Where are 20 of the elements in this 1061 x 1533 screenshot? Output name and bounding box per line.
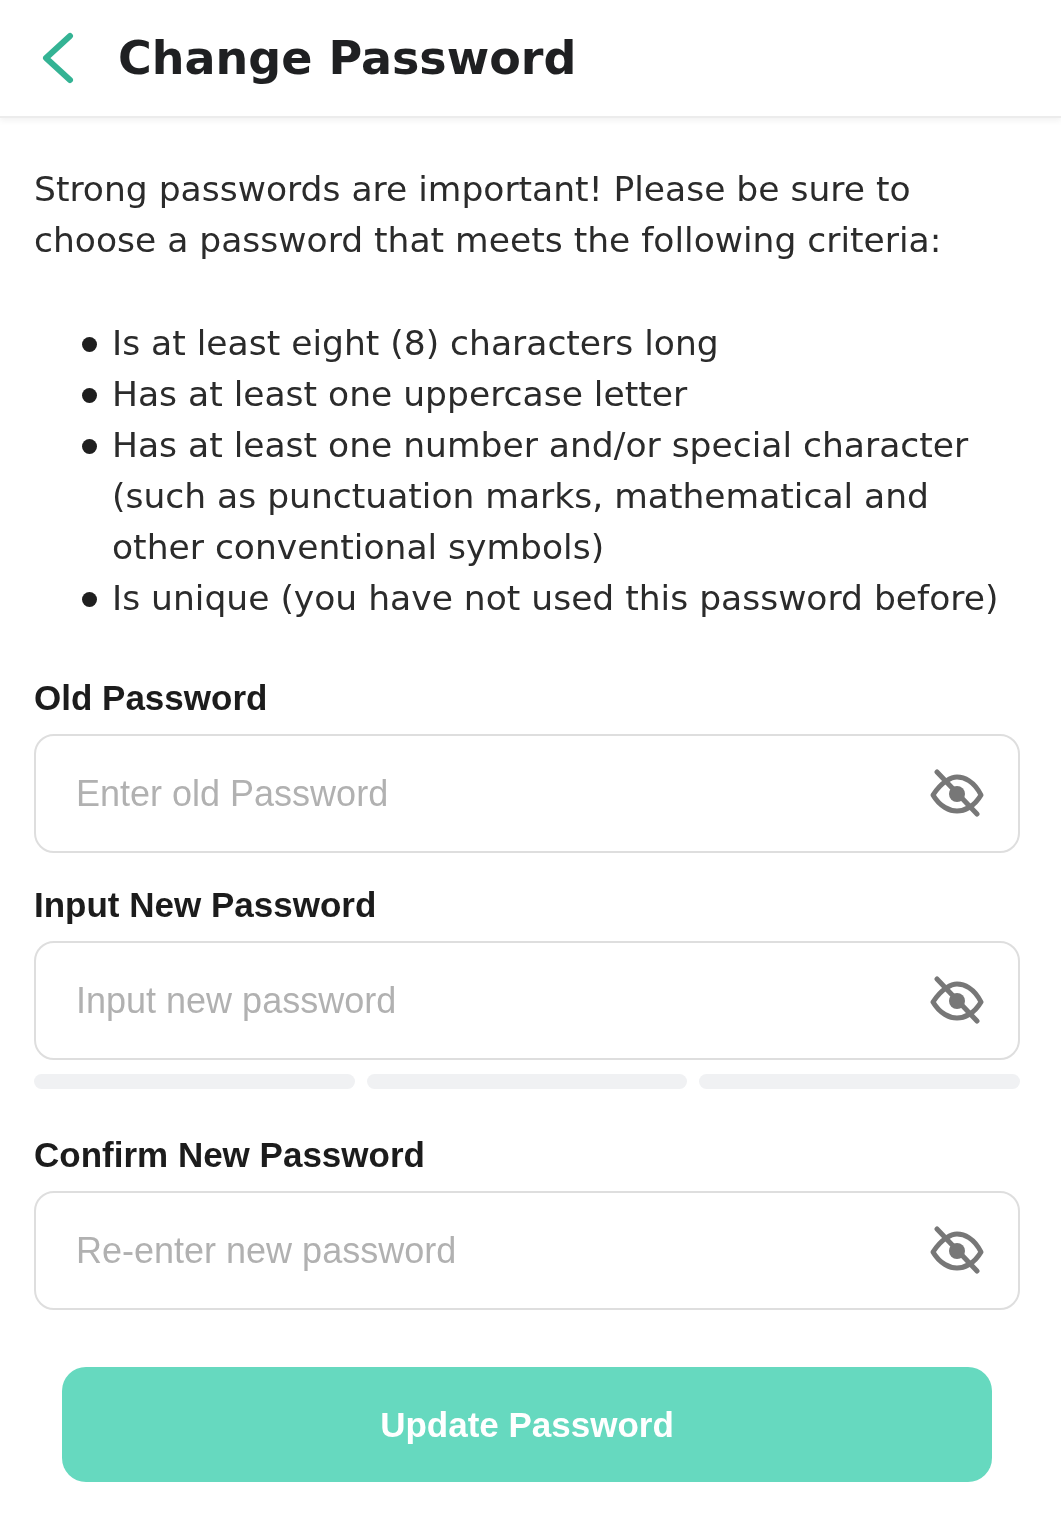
page-title: Change Password xyxy=(118,31,577,85)
criteria-text: Is unique (you have not used this password before) xyxy=(112,577,999,620)
bullet-icon xyxy=(82,337,97,352)
back-icon[interactable] xyxy=(40,32,76,84)
field-label: Input New Password xyxy=(34,884,378,926)
password-field[interactable]: Input new password xyxy=(34,941,1020,1060)
criteria-text: Has at least one number and/or special character (such as punctuation marks, mathematical and other conventional symbols) xyxy=(112,424,970,569)
bullet-icon xyxy=(82,439,97,454)
intro-text: Strong passwords are important! Please be sure to choose a password that meets the following criteria: xyxy=(34,168,943,262)
criteria-text: Has at least one uppercase letter xyxy=(112,373,688,416)
password-field[interactable]: Enter old Password xyxy=(34,734,1020,853)
bullet-icon xyxy=(82,592,97,607)
criteria-text: Is at least eight (8) characters long xyxy=(112,322,719,365)
bullet-icon xyxy=(82,388,97,403)
password-field[interactable]: Re-enter new password xyxy=(34,1191,1020,1310)
eye-off-icon[interactable] xyxy=(930,1226,984,1274)
eye-off-icon[interactable] xyxy=(930,769,984,817)
eye-off-icon[interactable] xyxy=(930,976,984,1024)
field-label: Old Password xyxy=(34,677,269,719)
field-label: Confirm New Password xyxy=(34,1134,426,1176)
